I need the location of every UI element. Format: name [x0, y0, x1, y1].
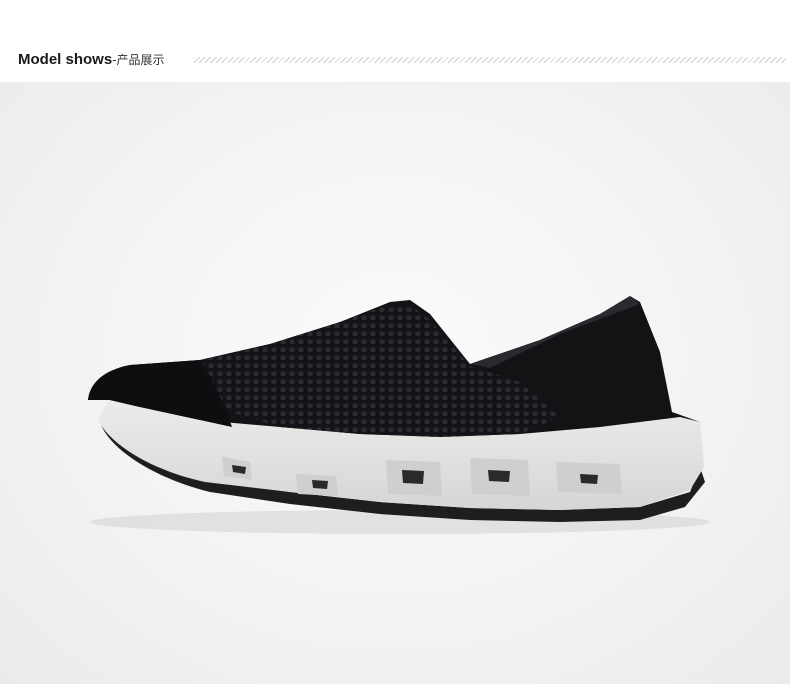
- shoe-icon: [88, 296, 710, 534]
- title-main: Model shows: [18, 51, 113, 68]
- page-header: Model shows-产品展示: [0, 0, 790, 82]
- product-photo: [0, 82, 790, 684]
- title-sub: -产品展示: [112, 53, 165, 67]
- section-title: Model shows-产品展示: [18, 50, 165, 70]
- header-divider: [193, 57, 786, 63]
